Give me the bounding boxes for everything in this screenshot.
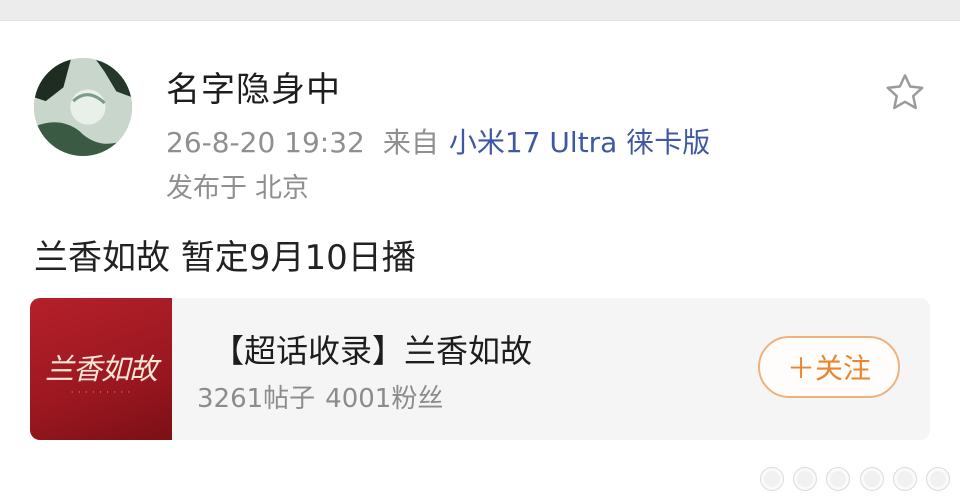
topic-post-count: 3261帖子 <box>197 384 316 414</box>
star-outline-icon <box>886 74 924 110</box>
more-dots-icon[interactable] <box>760 462 950 496</box>
top-divider <box>0 0 960 21</box>
source-prefix: 来自 <box>382 126 439 159</box>
dot-icon <box>859 467 884 491</box>
topic-cover-image: 兰香如故 · · · · · · · · · <box>30 298 172 440</box>
follow-button[interactable]: ＋关注 <box>758 336 900 398</box>
topic-card[interactable]: 兰香如故 · · · · · · · · · 【超话收录】兰香如故 3261帖子… <box>30 298 930 440</box>
topic-cover-title: 兰香如故 <box>44 352 158 386</box>
avatar-image <box>34 58 132 156</box>
post-location: 发布于 北京 <box>166 166 309 205</box>
location-prefix: 发布于 <box>166 173 247 204</box>
topic-fan-count: 4001粉丝 <box>325 384 444 414</box>
username[interactable]: 名字隐身中 <box>166 62 341 111</box>
post-time: 26-8-20 19:32 <box>166 126 365 159</box>
device-link[interactable]: 小米17 Ultra 徕卡版 <box>449 126 710 159</box>
dot-icon <box>892 467 917 491</box>
dot-icon <box>826 467 851 491</box>
post-text: 兰香如故 暂定9月10日播 <box>34 238 416 278</box>
topic-cover-subtitle: · · · · · · · · · <box>70 388 132 397</box>
dot-icon <box>925 467 950 491</box>
post-meta: 26-8-20 19:32 来自 小米17 Ultra 徕卡版 <box>166 121 710 161</box>
topic-title: 【超话收录】兰香如故 <box>212 332 533 370</box>
dot-icon <box>793 467 818 491</box>
topic-stats: 3261帖子 4001粉丝 <box>197 378 443 415</box>
favorite-star-icon[interactable] <box>882 70 928 116</box>
avatar[interactable] <box>34 58 132 156</box>
dot-icon <box>760 467 784 491</box>
weibo-post-page: 名字隐身中 26-8-20 19:32 来自 小米17 Ultra 徕卡版 发布于北… <box>0 0 960 504</box>
location-value: 北京 <box>255 173 309 204</box>
